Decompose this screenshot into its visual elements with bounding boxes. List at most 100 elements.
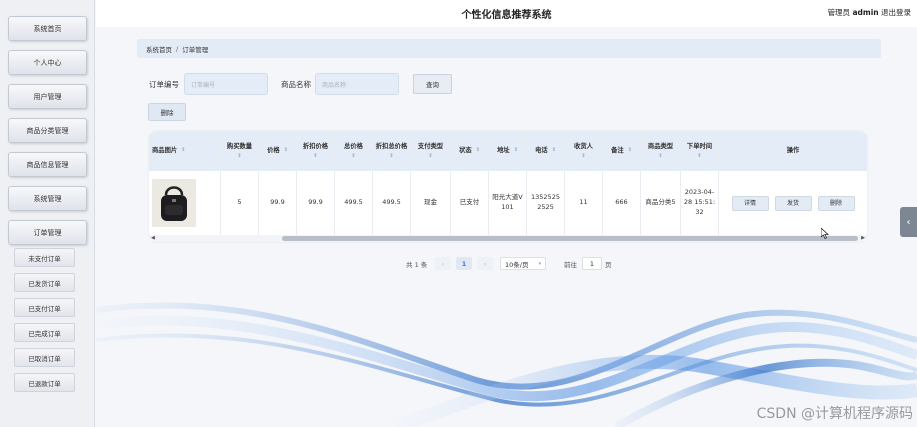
product-name-input[interactable]: 商品名称 (315, 73, 399, 95)
col-header-quantity[interactable]: 购买数量 ⇕ (221, 131, 259, 171)
sidebar-item-category[interactable]: 商品分类管理 (8, 118, 87, 143)
sort-icon: ⇕ (428, 152, 433, 159)
col-header-pay-type[interactable]: 支付类型 ⇕ (411, 131, 451, 171)
submenu-unpaid[interactable]: 未支付订单 (14, 248, 75, 267)
scroll-left-icon[interactable]: ◀ (151, 235, 155, 242)
sidebar-item-system[interactable]: 系统管理 (8, 186, 87, 211)
cell-image (149, 171, 221, 235)
scrollbar-thumb[interactable] (282, 236, 858, 241)
col-header-discount-total[interactable]: 折扣总价格 ⇕ (373, 131, 411, 171)
table-row: 5 99.9 99.9 499.5 499.5 现金 已支付 阳光大道V101 … (149, 171, 867, 235)
cell-discount-total: 499.5 (373, 171, 411, 235)
cell-phone: 13525252525 (527, 171, 565, 235)
cell-actions: 详情 发货 删除 (719, 171, 867, 235)
sort-icon: ⇕ (283, 147, 288, 154)
order-number-input[interactable]: 订单编号 (184, 73, 268, 95)
submenu-refunded[interactable]: 已退款订单 (14, 373, 75, 392)
col-header-image[interactable]: 商品图片 ⇕ (149, 131, 221, 171)
product-image (152, 179, 196, 227)
cell-address: 阳光大道V101 (489, 171, 527, 235)
submenu-completed[interactable]: 已完成订单 (14, 323, 75, 342)
col-label: 商品图片 (152, 147, 178, 155)
col-label: 电话 (535, 147, 548, 155)
chevron-left-icon[interactable]: ‹ (900, 207, 917, 237)
submenu-cancelled[interactable]: 已取消订单 (14, 348, 75, 367)
sort-icon: ⇕ (389, 152, 394, 159)
product-name-label: 商品名称 (281, 80, 311, 89)
sidebar: 系统首页 个人中心 用户管理 商品分类管理 商品信息管理 系统管理 订单管理 未… (0, 0, 95, 427)
col-label: 商品类型 (647, 142, 674, 150)
sort-icon: ⇕ (181, 147, 186, 154)
user-role: 管理员 (827, 8, 851, 17)
logout-link[interactable]: 退出登录 (881, 8, 911, 17)
cell-remark: 666 (603, 171, 641, 235)
top-header: 个性化信息推荐系统 管理员 admin 退出登录 (96, 0, 917, 27)
col-header-address[interactable]: 地址 ⇕ (489, 131, 527, 171)
cell-discount-price: 99.9 (297, 171, 335, 235)
user-name: admin (852, 8, 879, 17)
scroll-right-icon[interactable]: ▶ (861, 235, 865, 242)
col-label: 折扣价格 (302, 142, 329, 150)
sidebar-item-home[interactable]: 系统首页 (8, 16, 87, 41)
col-header-phone[interactable]: 电话 ⇕ (527, 131, 565, 171)
col-header-remark[interactable]: 备注 ⇕ (603, 131, 641, 171)
page-unit-label: 页 (605, 260, 612, 269)
table-header: 商品图片 ⇕ 购买数量 ⇕ 价格 ⇕ 折扣价格 ⇕ 总价格 ⇕ 折扣总价格 ⇕ 支付类型 ⇕ … (149, 131, 867, 171)
cell-quantity: 5 (221, 171, 259, 235)
query-button[interactable]: 查询 (413, 74, 452, 94)
order-number-label: 订单编号 (149, 80, 179, 89)
col-header-price[interactable]: 价格 ⇕ (259, 131, 297, 171)
goto-page-input[interactable]: 1 (582, 257, 602, 270)
col-label: 总价格 (344, 142, 363, 150)
detail-button[interactable]: 详情 (731, 195, 769, 211)
ship-button[interactable]: 发货 (774, 195, 812, 211)
col-label: 操作 (786, 147, 800, 155)
sort-icon: ⇕ (551, 147, 556, 154)
user-area: 管理员 admin 退出登录 (828, 7, 911, 18)
page-number-1[interactable]: 1 (456, 257, 472, 270)
submenu-shipped[interactable]: 已发货订单 (14, 273, 75, 292)
breadcrumb-home[interactable]: 系统首页 (146, 44, 172, 54)
sidebar-item-orders[interactable]: 订单管理 (8, 220, 87, 245)
sort-icon: ⇕ (475, 147, 480, 154)
prev-page-button[interactable]: ‹ (435, 257, 451, 270)
cell-price: 99.9 (259, 171, 297, 235)
col-header-total[interactable]: 总价格 ⇕ (335, 131, 373, 171)
col-header-actions: 操作 (719, 131, 867, 171)
col-label: 价格 (267, 147, 280, 155)
sidebar-item-products[interactable]: 商品信息管理 (8, 152, 87, 177)
submenu-paid[interactable]: 已支付订单 (14, 298, 75, 317)
sort-icon: ⇕ (581, 152, 586, 159)
breadcrumb-current: 订单管理 (182, 45, 209, 54)
watermark: CSDN @计算机程序源码 (756, 406, 913, 422)
breadcrumb-separator: / (176, 44, 179, 53)
cell-pay-type: 现金 (411, 171, 451, 235)
horizontal-scrollbar[interactable]: ◀ ▶ (149, 235, 867, 242)
backpack-image (152, 179, 196, 227)
col-header-receiver[interactable]: 收货人 ⇕ (565, 131, 603, 171)
sidebar-item-profile[interactable]: 个人中心 (8, 50, 87, 75)
cell-status: 已支付 (451, 171, 489, 235)
sort-icon: ⇕ (351, 152, 356, 159)
next-page-button[interactable]: › (477, 257, 493, 270)
goto-label: 前往 (564, 260, 577, 269)
col-header-status[interactable]: 状态 ⇕ (451, 131, 489, 171)
col-header-category[interactable]: 商品类型 ⇕ (641, 131, 681, 171)
app-title: 个性化信息推荐系统 (461, 10, 552, 21)
col-header-discount-price[interactable]: 折扣价格 ⇕ (297, 131, 335, 171)
sidebar-item-users[interactable]: 用户管理 (8, 84, 87, 109)
breadcrumb: 系统首页 / 订单管理 (137, 39, 881, 58)
cell-receiver: 11 (565, 171, 603, 235)
row-delete-button[interactable]: 删除 (817, 195, 855, 211)
col-label: 状态 (459, 147, 472, 155)
col-header-time[interactable]: 下单时间 ⇕ (681, 131, 719, 171)
col-label: 备注 (611, 147, 624, 155)
bulk-delete-button[interactable]: 删除 (148, 103, 186, 121)
sort-icon: ⇕ (658, 152, 663, 159)
col-label: 下单时间 (686, 142, 713, 150)
sort-icon: ⇕ (513, 147, 518, 154)
col-label: 地址 (497, 147, 510, 155)
sort-icon: ⇕ (313, 152, 318, 159)
page-size-select[interactable]: 10条/页 ▾ (500, 257, 546, 270)
col-label: 收货人 (574, 142, 593, 150)
